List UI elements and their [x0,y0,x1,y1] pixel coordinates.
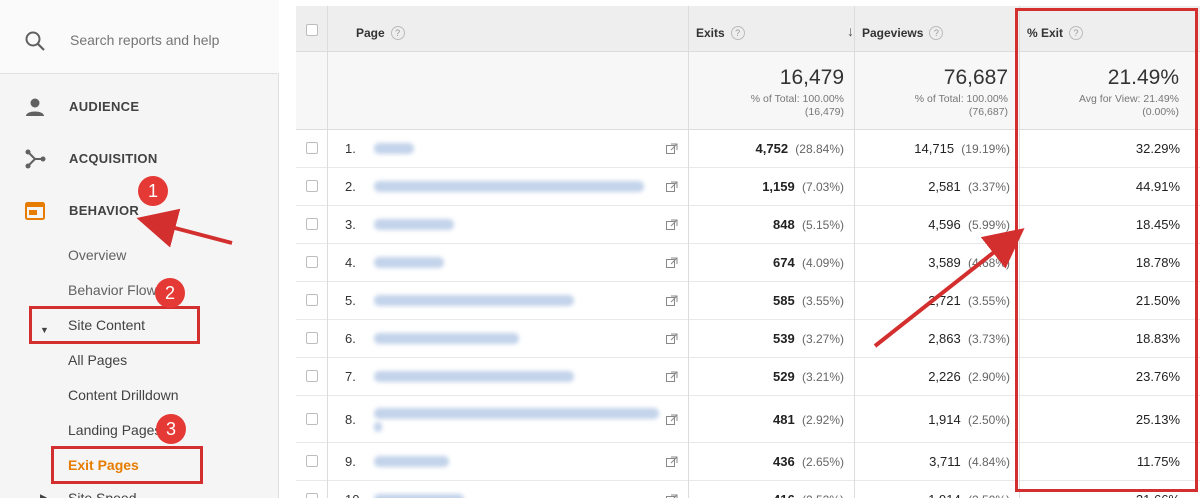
step-badge-3: 3 [156,414,186,444]
arrow-to-behavior [136,208,233,248]
step-badge-2: 2 [155,278,185,308]
arrow-to-pct-exit [873,228,1025,348]
step-badge-1: 1 [138,176,168,206]
